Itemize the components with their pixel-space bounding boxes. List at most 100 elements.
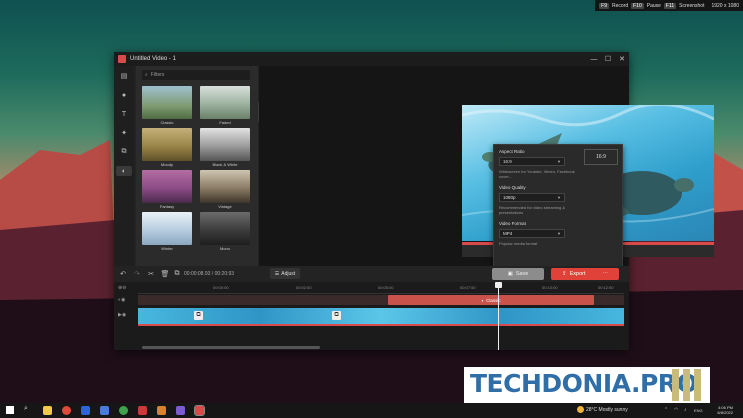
watermark: TECHDONIA.PRO (464, 367, 710, 403)
app-icon[interactable] (119, 406, 128, 415)
effects-icon[interactable]: ✦ (119, 128, 129, 138)
app-icon[interactable] (157, 406, 166, 415)
chrome-icon[interactable] (62, 406, 71, 415)
save-button[interactable]: ▣ Save (492, 268, 544, 280)
side-rail: ▤ ● T ✦ ⧉ ◐ (114, 66, 134, 266)
filter-label: Mono (219, 246, 230, 251)
export-settings-panel: Aspect Ratio 16:9 ▼ 16:9 Widescreen for … (493, 144, 623, 270)
more-options-icon[interactable]: ⋯ (603, 271, 609, 277)
weather-widget[interactable]: 28°C Mostly sunny (577, 406, 628, 413)
filter-thumb-vintage[interactable] (200, 170, 250, 203)
filter-thumb-faded[interactable] (200, 86, 250, 119)
filter-thumb-moody[interactable] (142, 128, 192, 161)
filter-thumb-black-white[interactable] (200, 128, 250, 161)
maximize-button[interactable]: ☐ (601, 52, 615, 66)
minimize-button[interactable]: — (587, 52, 601, 66)
weather-text: 28°C Mostly sunny (586, 406, 628, 413)
ruler-tick: 00:12:50 (598, 285, 614, 290)
filters-panel: ⌕ Filters Classic Faded Moody Black & Wh… (136, 66, 258, 266)
format-select[interactable]: MP4 ▼ (499, 229, 565, 238)
network-icon[interactable]: ◠ (674, 407, 678, 413)
record-key[interactable]: F9 (599, 2, 609, 9)
redo-icon[interactable]: ↷ (132, 269, 142, 279)
ruler-tick: 00:02:50 (296, 285, 312, 290)
filter-thumb-fantasy[interactable] (142, 170, 192, 203)
media-icon[interactable]: ▤ (119, 71, 129, 81)
screenshot-label: Screenshot (679, 2, 705, 9)
aspect-ratio-select[interactable]: 16:9 ▼ (499, 157, 565, 166)
filters-icon[interactable]: ◐ (116, 166, 132, 176)
filter-track-icon[interactable]: ◐◉ (118, 297, 125, 303)
recorder-bar: F9 Record F10 Pause F11 Screenshot 1920 … (595, 0, 743, 11)
sliders-icon: ☰ (274, 270, 280, 277)
timeline-scrollbar[interactable] (142, 346, 320, 349)
watermark-text: TECHDONIA.PRO (470, 369, 698, 398)
volume-icon[interactable]: ♪ (684, 407, 687, 413)
filters-search-input[interactable]: ⌕ Filters (142, 70, 250, 80)
filter-label: Faded (219, 120, 231, 125)
adjust-label: Adjust (281, 270, 296, 277)
sun-icon (577, 406, 584, 413)
search-icon[interactable]: ⌕ (24, 405, 33, 414)
tray-chevron-icon[interactable]: ⌃ (664, 407, 668, 413)
editor-toolbar: ↶ ↷ ✂ 🗑 ⧉ 00:00:08.93 / 00:20:93 ☰ Adjus… (114, 266, 629, 282)
playhead[interactable] (498, 282, 499, 350)
quality-select[interactable]: 1080p ▼ (499, 193, 565, 202)
watermark-bar (683, 369, 690, 401)
aspect-ratio-value: 16:9 (503, 159, 512, 164)
search-icon: ⌕ (145, 72, 148, 78)
split-icon[interactable]: ✂ (146, 269, 156, 279)
filter-clip[interactable]: ◐ Classic (388, 295, 594, 305)
text-icon[interactable]: T (119, 109, 129, 119)
video-editor-app-icon[interactable] (194, 405, 205, 416)
timecode: 00:00:08.93 / 00:20:93 (184, 271, 235, 277)
format-label: Video Format (499, 221, 526, 226)
pause-key[interactable]: F10 (631, 2, 644, 9)
zoom-icon[interactable]: ⊕⊖ (118, 285, 126, 291)
app-icon[interactable] (138, 406, 147, 415)
format-value: MP4 (503, 231, 513, 236)
clock[interactable]: 4:06 PM 8/8/2022 (717, 405, 733, 415)
ruler-tick: 00:05:00 (378, 285, 394, 290)
video-track-icon[interactable]: ▶◉ (118, 312, 126, 318)
duplicate-icon[interactable]: ⧉ (172, 269, 182, 279)
file-explorer-icon[interactable] (43, 406, 52, 415)
filter-thumb-winter[interactable] (142, 212, 192, 245)
export-button[interactable]: ⇪ Export ⋯ (551, 268, 619, 280)
screenshot-key[interactable]: F11 (663, 2, 677, 9)
export-label: Export (569, 271, 586, 277)
undo-icon[interactable]: ↶ (118, 269, 128, 279)
app-icon[interactable] (100, 406, 109, 415)
pause-label: Pause (646, 2, 661, 9)
filter-label: Winter (161, 246, 173, 251)
ruler-tick: 00:00:00 (213, 285, 229, 290)
transition-marker-icon[interactable]: ⧉ (332, 311, 341, 320)
timeline: ⊕⊖ 00:00:00 00:02:50 00:05:00 00:07:50 0… (114, 282, 629, 350)
close-button[interactable]: ✕ (615, 52, 629, 66)
transition-icon[interactable]: ⧉ (119, 147, 129, 157)
video-track[interactable] (138, 308, 624, 324)
transition-marker-icon[interactable]: ⧉ (194, 311, 203, 320)
filter-thumb-classic[interactable] (142, 86, 192, 119)
ruler-tick: 00:07:50 (460, 285, 476, 290)
delete-icon[interactable]: 🗑 (160, 269, 170, 279)
audio-line (138, 324, 624, 326)
adjust-button[interactable]: ☰ Adjust (270, 268, 300, 279)
format-desc: Popular media format (499, 241, 538, 246)
start-icon[interactable] (6, 406, 14, 414)
filter-label: Fantasy (159, 204, 175, 209)
app-icon[interactable] (81, 406, 90, 415)
filter-thumb-mono[interactable] (200, 212, 250, 245)
record-icon[interactable]: ● (119, 90, 129, 100)
chevron-down-icon: ▼ (557, 159, 561, 164)
language-indicator[interactable]: ENG (694, 408, 703, 413)
filter-label: Classic (160, 120, 174, 125)
clock-date: 8/8/2022 (717, 410, 733, 415)
search-placeholder: Filters (150, 72, 165, 78)
watermark-bar (672, 369, 679, 401)
app-logo-icon (118, 55, 126, 63)
app-icon[interactable] (176, 406, 185, 415)
aspect-ratio-desc: Widescreen for Youtube, Vimeo, Facebook … (499, 169, 575, 179)
filter-label: Moody (160, 162, 173, 167)
resolution-text: 1920 x 1080 (711, 2, 739, 9)
